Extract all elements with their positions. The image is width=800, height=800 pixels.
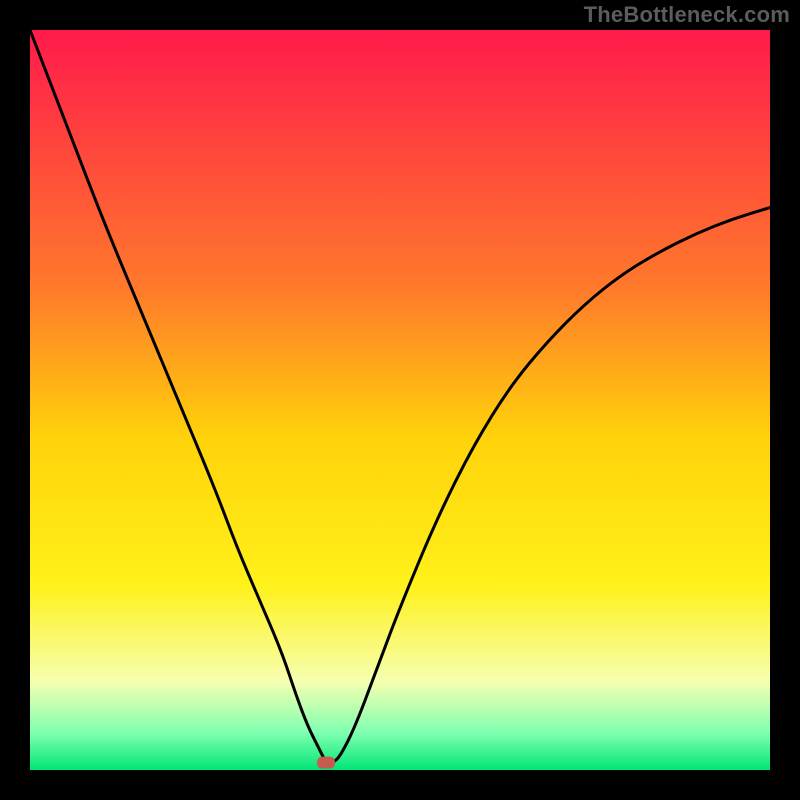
bottleneck-chart	[30, 30, 770, 770]
bottleneck-marker	[317, 757, 335, 769]
chart-background	[30, 30, 770, 770]
watermark-text: TheBottleneck.com	[584, 2, 790, 28]
chart-frame: TheBottleneck.com	[0, 0, 800, 800]
plot-area	[30, 30, 770, 770]
